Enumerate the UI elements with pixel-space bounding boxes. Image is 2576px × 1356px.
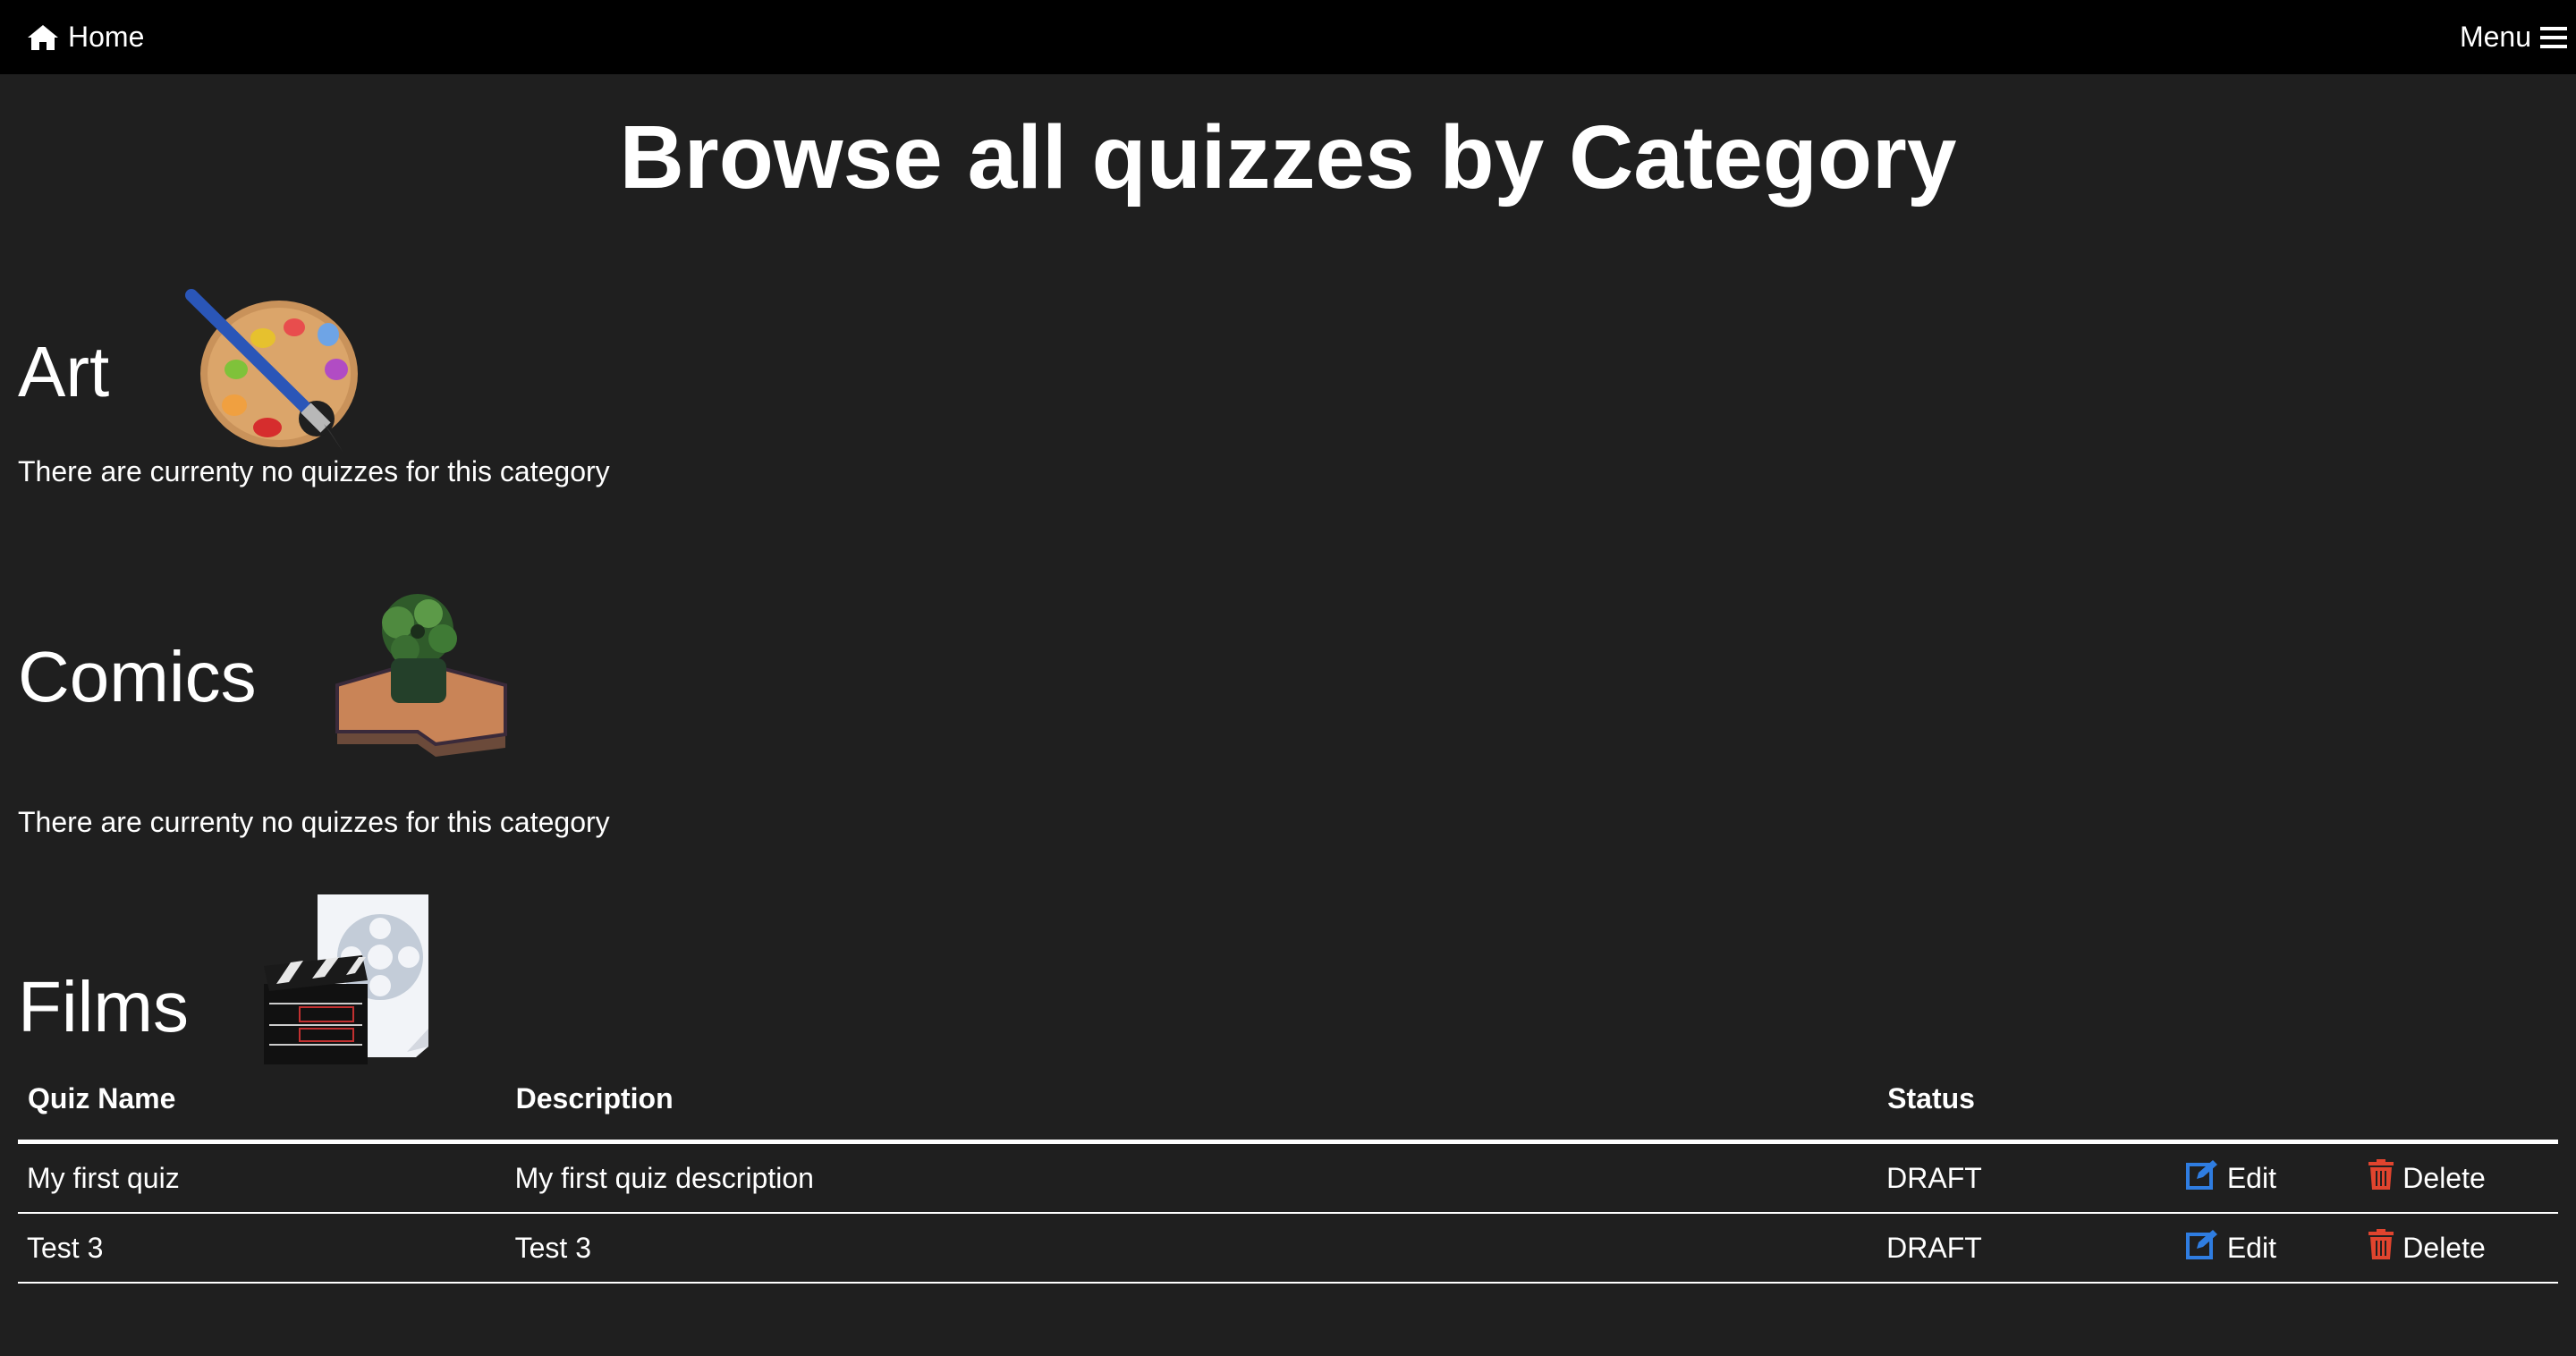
- delete-label: Delete: [2402, 1161, 2486, 1194]
- menu-label: Menu: [2459, 21, 2531, 53]
- quiz-name-cell: Test 3: [18, 1213, 506, 1284]
- quiz-status-cell: DRAFT: [1877, 1213, 2177, 1284]
- column-header-actions-2: [2360, 1073, 2558, 1144]
- hamburger-icon: [2540, 25, 2567, 50]
- column-header-status: Status: [1877, 1073, 2177, 1144]
- column-header-quiz-name: Quiz Name: [18, 1073, 506, 1144]
- column-header-description: Description: [505, 1073, 1878, 1144]
- table-row: Test 3 Test 3 DRAFT Edit Delete: [18, 1213, 2558, 1284]
- menu-button[interactable]: Menu: [2460, 21, 2567, 54]
- page-title: Browse all quizzes by Category: [619, 107, 1957, 208]
- edit-label: Edit: [2226, 1161, 2276, 1194]
- home-icon: [27, 24, 59, 51]
- category-title-comics: Comics: [18, 636, 257, 716]
- category-title-art: Art: [18, 331, 110, 411]
- comics-hulk-icon: [328, 587, 507, 767]
- category-section-art: Art There are currenty no quizzes for th…: [18, 284, 610, 488]
- top-navbar: Home Menu: [0, 0, 2576, 74]
- edit-button[interactable]: Edit: [2185, 1229, 2276, 1267]
- empty-message-comics: There are currenty no quizzes for this c…: [18, 806, 610, 838]
- quiz-status-cell: DRAFT: [1877, 1141, 2177, 1214]
- home-label: Home: [68, 21, 145, 53]
- quiz-name-cell: My first quiz: [18, 1141, 506, 1214]
- column-header-actions: [2176, 1073, 2360, 1144]
- delete-label: Delete: [2402, 1231, 2486, 1264]
- table-header-row: Quiz Name Description Status: [18, 1073, 2558, 1144]
- trash-icon: [2368, 1229, 2394, 1267]
- category-section-comics: Comics There are currenty no quizzes for…: [18, 587, 610, 839]
- category-title-films: Films: [18, 966, 190, 1047]
- edit-button[interactable]: Edit: [2185, 1159, 2276, 1197]
- category-section-films: Films: [18, 894, 429, 1074]
- table-row: My first quiz My first quiz description …: [18, 1141, 2558, 1214]
- edit-icon: [2185, 1229, 2218, 1267]
- edit-label: Edit: [2226, 1231, 2276, 1264]
- film-clapperboard-icon: [264, 894, 429, 1074]
- edit-icon: [2185, 1159, 2218, 1197]
- palette-icon: [182, 284, 361, 459]
- trash-icon: [2368, 1159, 2394, 1197]
- films-quiz-table: Quiz Name Description Status My first qu…: [18, 1073, 2558, 1284]
- quiz-description-cell: My first quiz description: [505, 1141, 1878, 1214]
- delete-button[interactable]: Delete: [2368, 1229, 2486, 1267]
- empty-message-art: There are currenty no quizzes for this c…: [18, 455, 610, 487]
- quiz-description-cell: Test 3: [505, 1213, 1878, 1284]
- delete-button[interactable]: Delete: [2368, 1159, 2486, 1197]
- home-link[interactable]: Home: [27, 21, 144, 54]
